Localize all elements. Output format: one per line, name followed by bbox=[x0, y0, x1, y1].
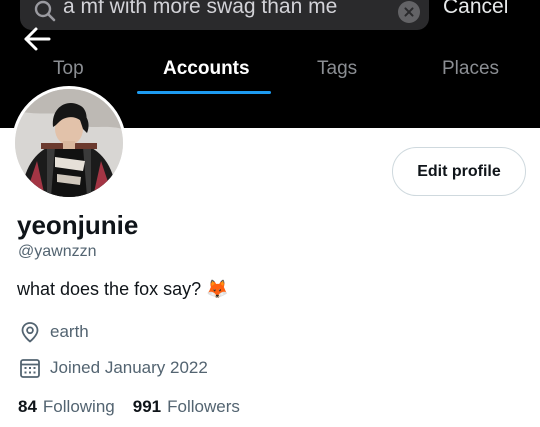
followers-label: Followers bbox=[167, 397, 240, 416]
tab-top[interactable]: Top bbox=[53, 58, 84, 80]
tab-accounts[interactable]: Accounts bbox=[163, 58, 250, 80]
location-text: earth bbox=[50, 322, 89, 341]
joined-row: Joined January 2022 bbox=[19, 357, 208, 379]
location-pin-icon bbox=[19, 321, 41, 343]
profile-handle: @yawnzzn bbox=[18, 243, 97, 260]
avatar[interactable] bbox=[12, 86, 126, 200]
joined-date: Joined January 2022 bbox=[50, 358, 208, 377]
following-link[interactable]: 84 Following bbox=[18, 397, 115, 417]
search-input[interactable]: a mf with more swag than me bbox=[63, 0, 337, 19]
arrow-left-icon bbox=[17, 21, 61, 57]
clear-icon[interactable] bbox=[398, 1, 420, 23]
display-name: yeonjunie bbox=[17, 210, 139, 240]
follow-stats: 84 Following 991 Followers bbox=[18, 397, 258, 417]
following-label: Following bbox=[42, 397, 115, 416]
search-icon bbox=[34, 0, 56, 22]
calendar-icon bbox=[19, 357, 41, 379]
following-count: 84 bbox=[18, 397, 37, 416]
tab-tags[interactable]: Tags bbox=[317, 58, 357, 80]
followers-link[interactable]: 991 Followers bbox=[133, 397, 240, 417]
profile-bio: what does the fox say? 🦊 bbox=[17, 279, 229, 299]
edit-profile-button[interactable]: Edit profile bbox=[392, 147, 526, 196]
search-bar[interactable]: a mf with more swag than me bbox=[20, 0, 429, 30]
back-button[interactable] bbox=[17, 21, 61, 57]
tab-places[interactable]: Places bbox=[442, 58, 499, 80]
followers-count: 991 bbox=[132, 397, 162, 416]
cancel-button[interactable]: Cancel bbox=[443, 0, 508, 19]
active-tab-indicator bbox=[137, 91, 271, 94]
location-row: earth bbox=[19, 321, 89, 343]
